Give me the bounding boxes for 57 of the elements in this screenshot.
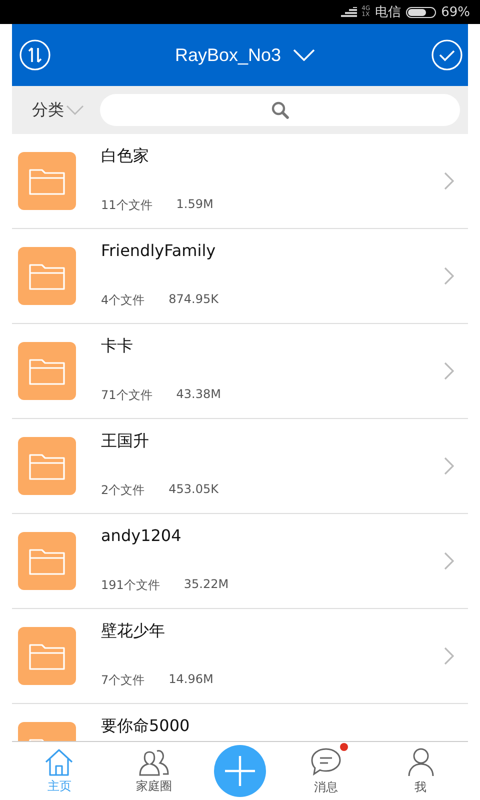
chevron-right-icon — [444, 457, 454, 475]
file-count: 71个文件 — [101, 387, 152, 404]
folder-name: 壁花少年 — [101, 621, 166, 642]
folder-size: 35.22M — [184, 577, 229, 593]
nav-tab[interactable]: 消息 — [290, 746, 361, 796]
folder-icon — [18, 437, 76, 495]
file-count: 11个文件 — [101, 197, 152, 214]
chevron-right-icon — [444, 267, 454, 285]
check-icon[interactable] — [431, 39, 463, 71]
sort-icon[interactable] — [19, 39, 51, 71]
file-count: 2个文件 — [101, 482, 145, 499]
folder-name: 卡卡 — [101, 336, 134, 357]
folder-name: 要你命5000 — [101, 716, 191, 737]
folder-row[interactable]: 王国升 2个文件 453.05K — [12, 419, 468, 514]
signal-icon — [340, 7, 357, 17]
folder-row[interactable]: andy1204 191个文件 35.22M — [12, 514, 468, 609]
carrier-name: 电信 — [375, 4, 402, 21]
folder-size: 1.59M — [176, 197, 214, 213]
chevron-down-icon[interactable] — [293, 49, 316, 61]
plus-icon — [224, 756, 255, 786]
folder-icon — [18, 247, 76, 305]
search-icon — [271, 101, 289, 119]
search-field[interactable] — [100, 94, 460, 126]
folder-row[interactable]: FriendlyFamily 4个文件 874.95K — [12, 229, 468, 324]
folder-name: FriendlyFamily — [101, 241, 217, 260]
chevron-right-icon — [444, 647, 454, 665]
device-title[interactable]: RayBox_No3 — [174, 44, 282, 66]
chat-icon — [310, 746, 342, 776]
folder-row[interactable]: 卡卡 71个文件 43.38M — [12, 324, 468, 419]
folder-name: 白色家 — [101, 146, 150, 167]
nav-tab[interactable]: 家庭圈 — [119, 748, 190, 794]
folder-name: andy1204 — [101, 526, 182, 545]
battery-icon — [406, 6, 436, 18]
chevron-down-icon — [66, 105, 84, 115]
folder-size: 874.95K — [168, 292, 218, 308]
chevron-right-icon — [444, 362, 454, 380]
people-icon — [138, 748, 170, 776]
folder-icon — [18, 627, 76, 685]
file-count: 7个文件 — [101, 672, 145, 689]
folder-name: 王国升 — [101, 431, 150, 452]
folder-size: 14.96M — [168, 672, 214, 688]
nav-tab[interactable]: 我 — [386, 746, 456, 796]
folder-size: 453.05K — [168, 482, 218, 498]
home-icon — [44, 748, 74, 776]
chevron-right-icon — [444, 172, 454, 190]
chevron-right-icon — [444, 552, 454, 570]
file-count: 4个文件 — [101, 292, 145, 309]
person-icon — [406, 746, 435, 776]
folder-row[interactable]: 白色家 11个文件 1.59M — [12, 134, 468, 229]
folder-icon — [18, 152, 76, 210]
folder-row[interactable]: 壁花少年 7个文件 14.96M — [12, 609, 468, 704]
battery-percent: 69% — [441, 4, 470, 20]
folder-icon — [18, 532, 76, 590]
category-dropdown[interactable]: 分类 — [32, 100, 84, 120]
folder-size: 43.38M — [176, 387, 221, 403]
folder-icon — [18, 342, 76, 400]
file-count: 191个文件 — [101, 577, 160, 594]
